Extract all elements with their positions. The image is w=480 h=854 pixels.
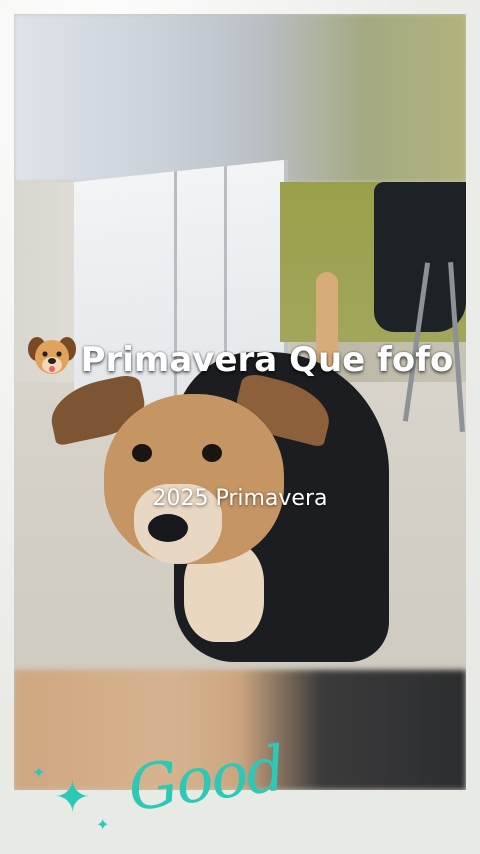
photo-frame: Primavera Que fofo 2025 Primavera ✦ ✦ ✦ … xyxy=(0,0,480,854)
dog-eye xyxy=(202,444,222,462)
dog-nose xyxy=(148,514,188,542)
overlay-title: Primavera Que fofo xyxy=(0,334,480,386)
dog-photo xyxy=(14,159,466,670)
photo xyxy=(14,14,466,790)
sparkle-icon: ✦ xyxy=(32,765,46,782)
dog-face-icon xyxy=(27,335,77,377)
overlay-title-text: Primavera Que fofo xyxy=(80,340,454,380)
overlay-subtitle: 2025 Primavera xyxy=(152,486,328,511)
dog-eye xyxy=(132,444,152,462)
sparkle-icon: ✦ xyxy=(96,817,110,834)
blurred-top-strip xyxy=(14,14,466,182)
sparkle-icon: ✦ xyxy=(54,773,91,822)
